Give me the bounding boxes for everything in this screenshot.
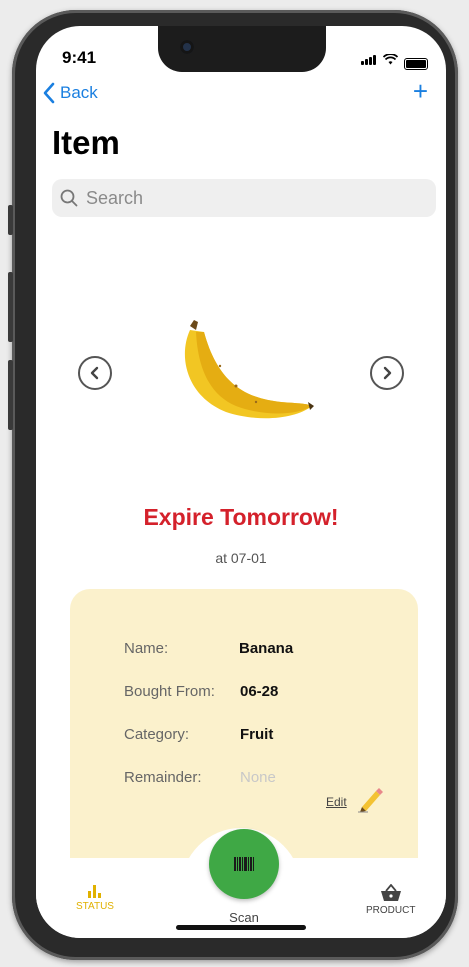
signal-icon [361, 52, 377, 70]
next-item-button[interactable] [370, 356, 404, 390]
search-input[interactable] [84, 186, 408, 210]
search-icon [60, 189, 78, 207]
tab-status[interactable]: STATUS [76, 884, 114, 912]
tab-status-label: STATUS [76, 901, 114, 912]
detail-label: Category: [124, 726, 190, 743]
add-button[interactable]: + [413, 78, 428, 104]
wifi-icon [382, 52, 399, 70]
banana-image [184, 320, 314, 419]
detail-value: Fruit [240, 726, 274, 743]
bar-chart-icon [87, 885, 101, 898]
basket-icon [380, 883, 401, 901]
screen: 9:41 Back + Item Expire Tomorrow! at 07-… [36, 26, 446, 938]
expire-date: at 07-01 [215, 550, 267, 566]
detail-value: 06-28 [240, 683, 279, 700]
detail-label: Remainder: [124, 769, 202, 786]
detail-value: Banana [239, 640, 294, 657]
tab-scan-label[interactable]: Scan [218, 910, 270, 925]
volume-down-button [8, 360, 13, 430]
status-icons [361, 52, 428, 70]
mute-switch [8, 205, 13, 235]
chevron-left-icon [43, 82, 55, 104]
notch [158, 26, 326, 72]
detail-label: Name: [124, 640, 169, 657]
search-bar[interactable] [52, 179, 436, 217]
detail-value: None [240, 769, 276, 786]
back-label: Back [60, 83, 98, 102]
previous-item-button[interactable] [78, 356, 112, 390]
edit-button[interactable]: Edit [326, 795, 347, 809]
barcode-icon [234, 857, 254, 871]
tab-product-label: PRODUCT [366, 905, 416, 916]
chevron-right-icon [383, 366, 392, 380]
pencil-icon[interactable] [356, 785, 384, 813]
volume-up-button [8, 272, 13, 342]
tab-product[interactable]: PRODUCT [366, 883, 416, 916]
expire-warning: Expire Tomorrow! [143, 504, 339, 530]
camera-icon [180, 40, 194, 54]
chevron-left-icon [90, 366, 99, 380]
page-title: Item [52, 124, 120, 161]
battery-icon [404, 58, 428, 70]
back-button[interactable]: Back [42, 82, 98, 104]
status-time: 9:41 [62, 48, 97, 67]
scan-button[interactable] [209, 829, 279, 899]
detail-label: Bought From: [124, 683, 215, 700]
home-indicator [176, 925, 306, 930]
